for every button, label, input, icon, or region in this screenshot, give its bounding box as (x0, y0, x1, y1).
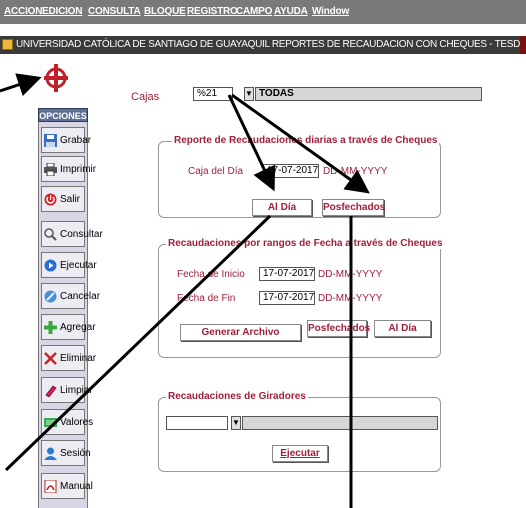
annotation-line-al-dia (4, 214, 272, 472)
annotation-arrow-logo (0, 73, 42, 97)
annotation-overlay (0, 73, 370, 508)
